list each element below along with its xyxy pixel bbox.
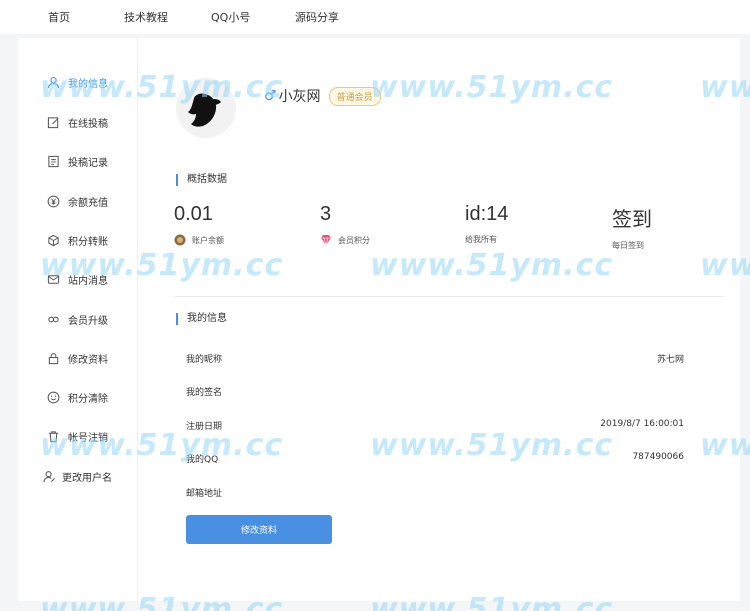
main-panel: 我的信息 在线投稿 投稿记录 余额充值 积分转账 站内消息 会员升级 修改资料 … (18, 38, 740, 601)
member-level-badge: 普通会员 (328, 86, 381, 106)
sidebar-item-delete-account[interactable]: 帐号注销 (18, 424, 138, 448)
message-icon (46, 272, 60, 286)
cube-icon (46, 233, 60, 247)
diamond-icon (320, 234, 332, 246)
nav-home[interactable]: 首页 (48, 9, 70, 25)
user-edit-icon (42, 469, 56, 483)
stat-label: 账户余额 (192, 235, 224, 245)
sidebar-item-submissions[interactable]: 投稿记录 (18, 149, 138, 173)
sidebar-item-label: 更改用户名 (62, 472, 112, 484)
sidebar: 我的信息 在线投稿 投稿记录 余额充值 积分转账 站内消息 会员升级 修改资料 … (18, 38, 138, 601)
sidebar-item-label: 站内消息 (68, 275, 108, 287)
stat-value: id:14 (465, 203, 509, 225)
overview-section-title: 概括数据 (176, 174, 227, 186)
yen-icon (46, 194, 60, 208)
stat-checkin[interactable]: 签到 每日签到 (612, 203, 652, 251)
sidebar-item-transfer[interactable]: 积分转账 (18, 228, 138, 252)
document-icon (46, 154, 60, 168)
sidebar-item-label: 投稿记录 (68, 157, 108, 169)
sidebar-item-label: 帐号注销 (68, 432, 108, 444)
info-value: 787490066 (632, 452, 684, 462)
myinfo-section-title: 我的信息 (176, 313, 227, 325)
user-icon (46, 75, 60, 89)
checkin-button[interactable]: 签到 (612, 203, 652, 232)
stat-balance: 0.01 账户余额 (174, 203, 224, 246)
sidebar-item-label: 积分清除 (68, 393, 108, 405)
content-area: ♂ 小灰网 普通会员 概括数据 0.01 账户余额 3 会员积分 id:14 给… (138, 38, 740, 601)
info-key: 我的QQ (186, 455, 219, 465)
vip-icon (46, 312, 60, 326)
info-value: 2019/8/7 16:00:01 (600, 419, 684, 429)
sidebar-item-label: 在线投稿 (68, 118, 108, 130)
stat-value: 3 (320, 203, 332, 225)
stat-label: 给我所有 (465, 235, 497, 244)
info-key: 我的昵称 (186, 355, 223, 365)
sidebar-item-clear-points[interactable]: 积分清除 (18, 385, 138, 409)
nav-tutorials[interactable]: 技术教程 (124, 9, 168, 25)
stat-points: 3 会员积分 (320, 203, 370, 246)
nav-qq-accounts[interactable]: QQ小号 (211, 9, 250, 25)
sidebar-item-label: 修改资料 (68, 354, 108, 366)
edit-icon (46, 115, 60, 129)
sidebar-item-label: 我的信息 (68, 78, 108, 90)
sidebar-item-label: 会员升级 (68, 315, 108, 327)
sidebar-item-messages[interactable]: 站内消息 (18, 267, 138, 291)
top-navigation: 首页 技术教程 QQ小号 源码分享 (0, 0, 750, 34)
coin-icon (174, 234, 186, 246)
sidebar-item-my-info[interactable]: 我的信息 (18, 70, 138, 94)
stat-user-id: id:14 给我所有 (465, 203, 508, 245)
profile-header: ♂ 小灰网 普通会员 (264, 86, 381, 106)
sidebar-item-submit[interactable]: 在线投稿 (18, 110, 138, 134)
sidebar-item-label: 余额充值 (68, 197, 108, 209)
stat-label: 每日签到 (612, 241, 644, 250)
trash-icon (46, 429, 60, 443)
divider (174, 296, 724, 297)
sidebar-item-edit-profile[interactable]: 修改资料 (18, 346, 138, 370)
sidebar-item-recharge[interactable]: 余额充值 (18, 189, 138, 213)
sidebar-item-upgrade[interactable]: 会员升级 (18, 307, 138, 331)
edit-profile-button[interactable]: 修改资料 (186, 515, 332, 544)
nav-source-code[interactable]: 源码分享 (295, 9, 339, 25)
sidebar-item-label: 积分转账 (68, 236, 108, 248)
lock-icon (46, 351, 60, 365)
sidebar-item-change-username[interactable]: 更改用户名 (18, 464, 138, 488)
info-key: 我的签名 (186, 388, 223, 398)
smile-icon (46, 390, 60, 404)
stat-value: 0.01 (174, 203, 213, 225)
info-value: 苏七网 (656, 355, 684, 365)
stat-label: 会员积分 (338, 235, 370, 245)
info-key: 邮箱地址 (186, 489, 223, 499)
male-gender-icon: ♂ (264, 88, 277, 104)
username: 小灰网 (278, 89, 321, 105)
info-key: 注册日期 (186, 422, 223, 432)
avatar[interactable] (176, 78, 236, 138)
